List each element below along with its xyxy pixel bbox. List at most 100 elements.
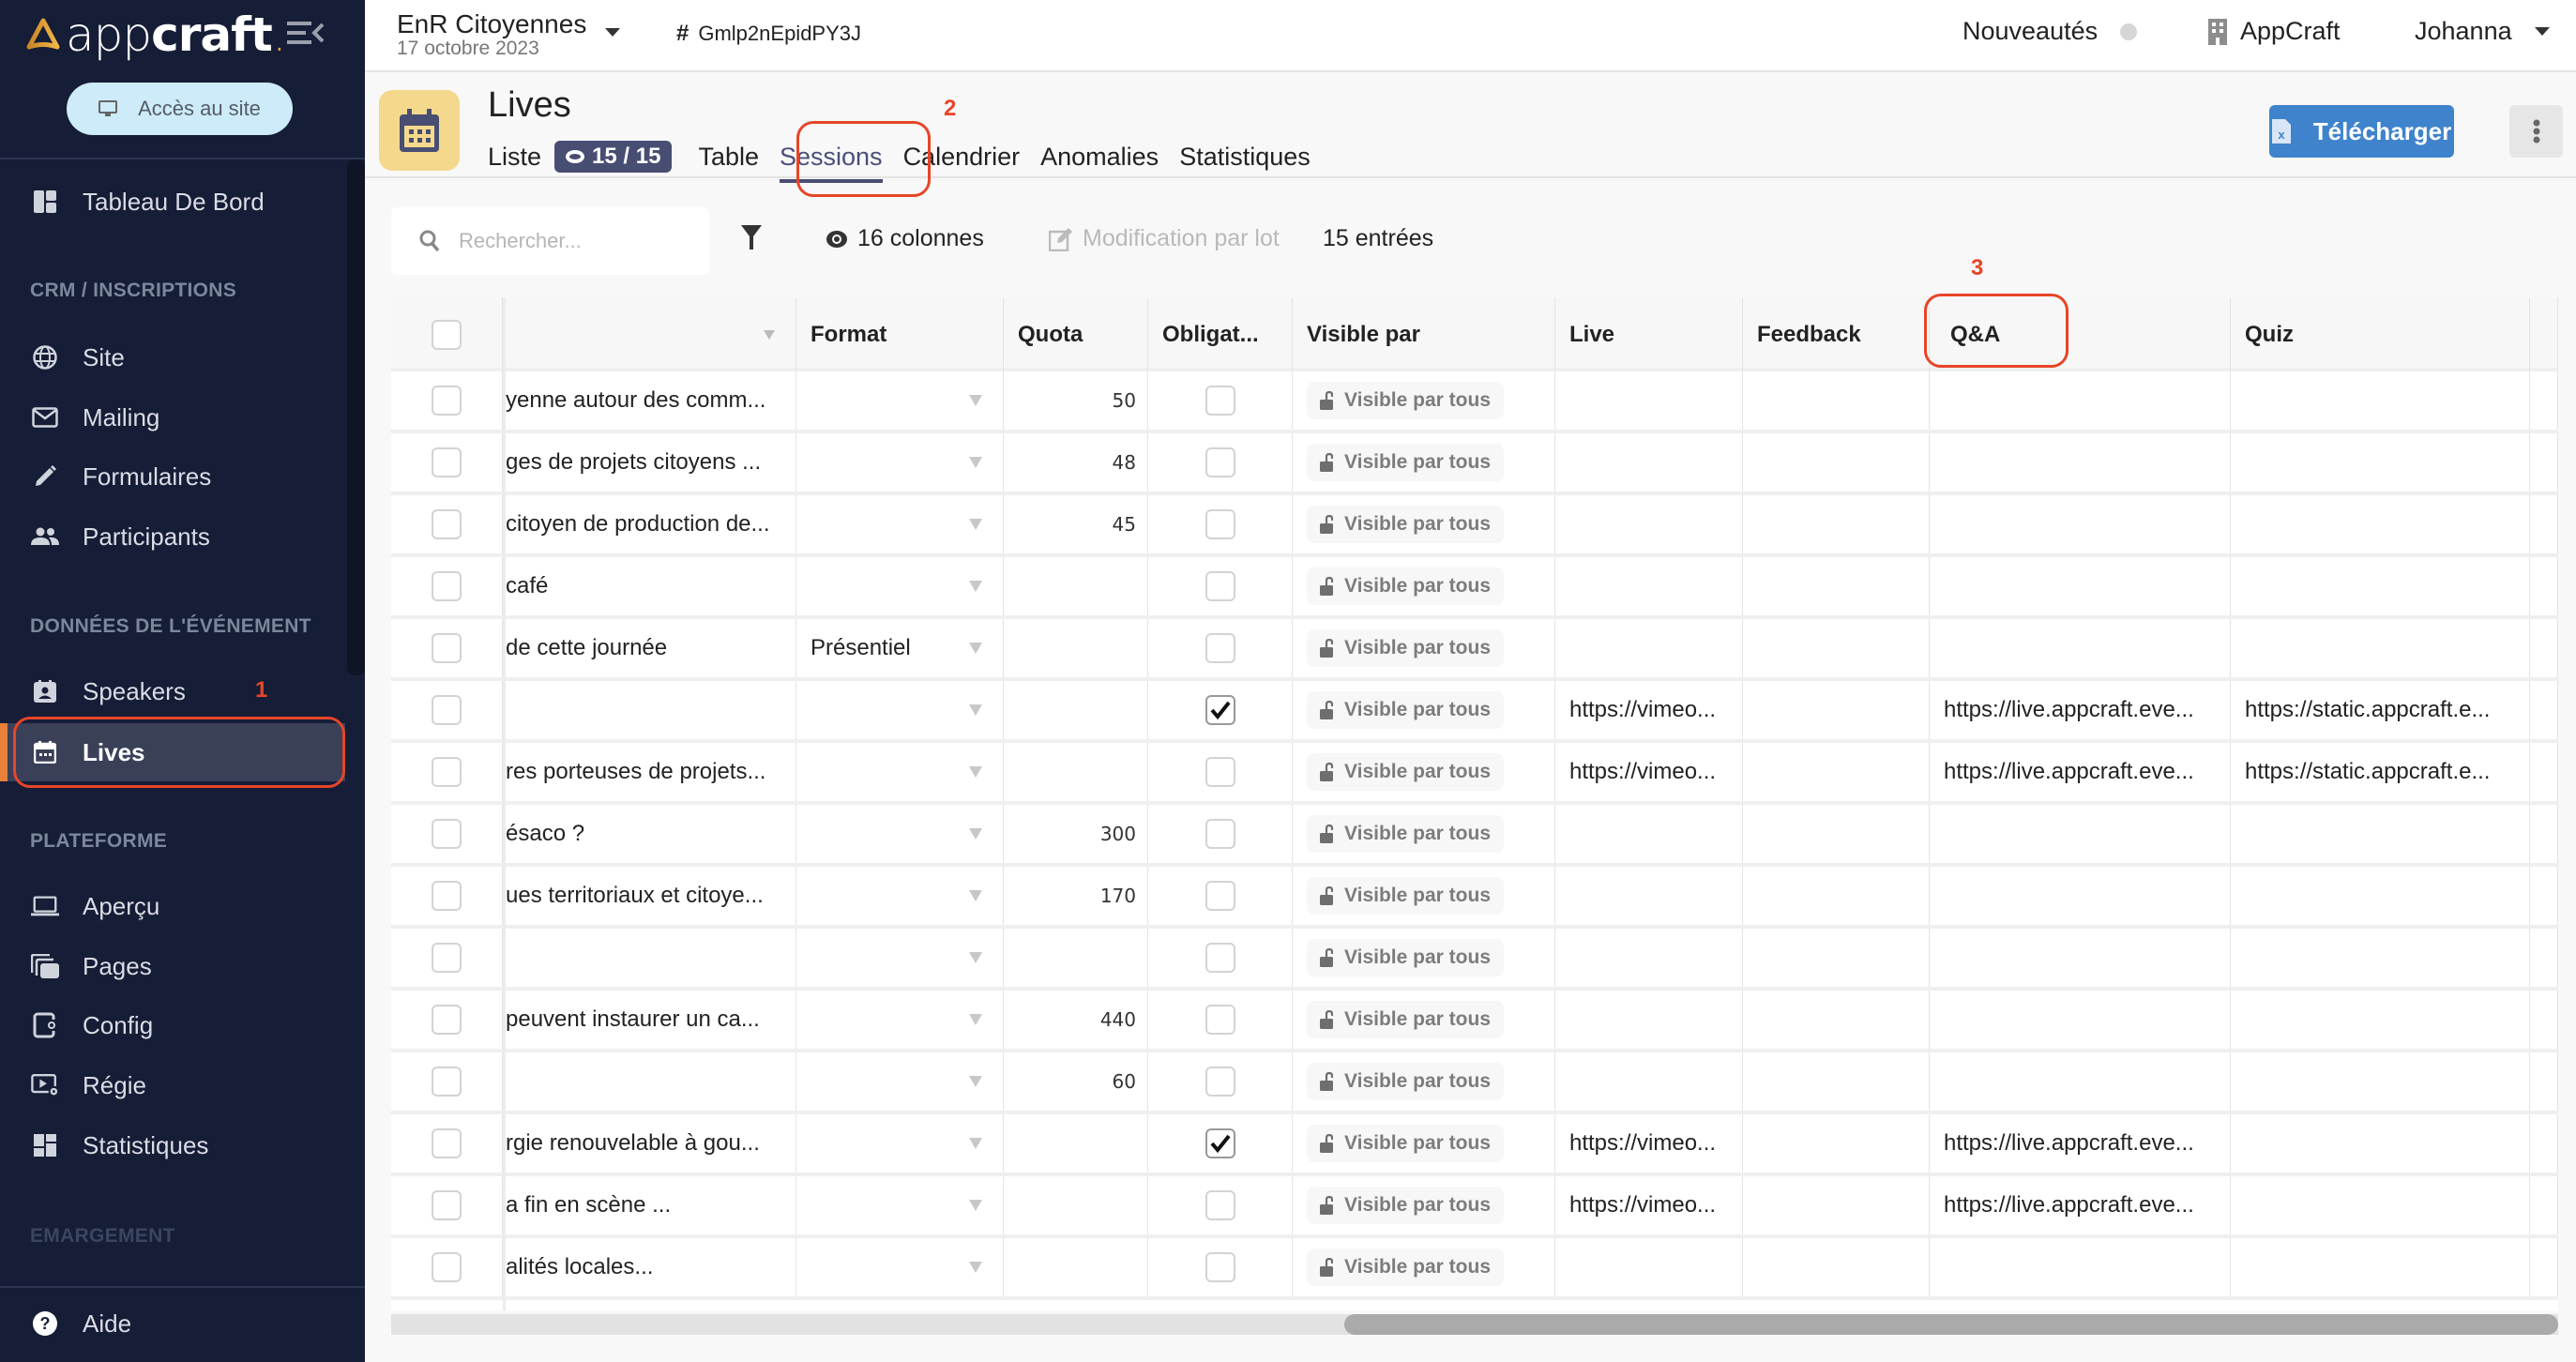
format-dropdown-icon[interactable] [969,581,982,592]
cell-title[interactable]: res porteuses de projets... [506,743,796,801]
format-dropdown-icon[interactable] [969,1200,982,1211]
row-select-checkbox[interactable] [432,695,462,725]
visible-count-badge[interactable]: 15 / 15 [554,141,673,173]
table-row[interactable]: yenne autour des comm... 50 Visible par to… [391,371,2558,433]
cell-live[interactable] [1555,1052,1743,1111]
row-select-checkbox[interactable] [432,1067,462,1097]
more-options-button[interactable] [2509,105,2563,158]
sidebar-item-formulaires[interactable]: Formulaires [0,447,345,506]
obligatory-checkbox[interactable] [1205,819,1235,849]
sidebar-item-participants[interactable]: Participants [0,507,345,566]
cell-quiz[interactable] [2231,433,2530,492]
cell-quota[interactable]: 48 [1004,433,1148,492]
table-row[interactable]: 60 Visible par tous [391,1052,2558,1114]
tab-anomalies[interactable]: Anomalies [1040,143,1159,172]
search-box[interactable] [391,207,709,275]
visibility-chip[interactable]: Visible par tous [1307,444,1504,481]
cell-live[interactable] [1555,1238,1743,1296]
table-row[interactable]: ues territoriaux et citoye... 170 Visible … [391,867,2558,929]
cell-format[interactable] [796,371,1004,430]
tab-statistiques[interactable]: Statistiques [1179,143,1311,172]
cell-qa[interactable] [1930,371,2231,430]
cell-qa[interactable]: https://live.appcraft.eve... [1930,681,2231,739]
sidebar-item-apercu[interactable]: Aperçu [0,877,345,935]
sidebar-scrollbar[interactable] [347,159,365,675]
cell-title[interactable]: a fin en scène ... [506,1176,796,1234]
cell-qa[interactable] [1930,1238,2231,1296]
cell-quota[interactable]: 45 [1004,495,1148,553]
visibility-chip[interactable]: Visible par tous [1307,568,1504,605]
cell-qa[interactable] [1930,433,2231,492]
cell-quota[interactable] [1004,557,1148,615]
format-dropdown-icon[interactable] [969,519,982,530]
cell-live[interactable] [1555,991,1743,1049]
column-header-visible-by[interactable]: Visible par [1293,297,1555,371]
row-select-checkbox[interactable] [432,943,462,973]
cell-quota[interactable] [1004,929,1148,987]
sidebar-item-tableau-de-bord[interactable]: Tableau De Bord [0,173,345,231]
cell-live[interactable] [1555,867,1743,925]
cell-live[interactable] [1555,495,1743,553]
cell-qa[interactable]: https://live.appcraft.eve... [1930,1114,2231,1173]
obligatory-checkbox[interactable] [1205,881,1235,911]
sidebar-item-site[interactable]: Site [0,328,345,386]
cell-quiz[interactable] [2231,1238,2530,1296]
cell-live[interactable]: https://vimeo... [1555,1114,1743,1173]
visibility-chip[interactable]: Visible par tous [1307,1125,1504,1162]
cell-feedback[interactable] [1743,1176,1930,1234]
cell-qa[interactable] [1930,1052,2231,1111]
site-access-button[interactable]: Accès au site [67,83,293,135]
cell-quota[interactable] [1004,619,1148,677]
obligatory-checkbox[interactable] [1205,757,1235,787]
row-select-checkbox[interactable] [432,1252,462,1282]
download-button[interactable]: x Télécharger [2269,105,2454,158]
cell-feedback[interactable] [1743,867,1930,925]
bulk-edit-button[interactable]: Modification par lot [1049,225,1280,252]
organization-button[interactable]: AppCraft [2208,17,2341,46]
cell-format[interactable]: Présentiel [796,619,1004,677]
cell-quiz[interactable] [2231,495,2530,553]
obligatory-checkbox[interactable] [1205,1067,1235,1097]
cell-quota[interactable] [1004,681,1148,739]
cell-format[interactable] [796,1238,1004,1296]
row-select-checkbox[interactable] [432,1190,462,1220]
format-dropdown-icon[interactable] [969,457,982,468]
columns-button[interactable]: 16 colonnes [826,225,984,252]
cell-format[interactable] [796,681,1004,739]
cell-title[interactable]: ges de projets citoyens ... [506,433,796,492]
obligatory-checkbox[interactable] [1205,386,1235,416]
cell-title[interactable]: rgie renouvelable à gou... [506,1114,796,1173]
row-select-checkbox[interactable] [432,447,462,477]
visibility-chip[interactable]: Visible par tous [1307,691,1504,729]
obligatory-checkbox[interactable] [1205,1005,1235,1035]
row-select-checkbox[interactable] [432,633,462,663]
cell-feedback[interactable] [1743,433,1930,492]
row-select-checkbox[interactable] [432,571,462,601]
visibility-chip[interactable]: Visible par tous [1307,939,1504,976]
collapse-sidebar-icon[interactable] [287,19,325,47]
cell-quiz[interactable] [2231,1052,2530,1111]
format-dropdown-icon[interactable] [969,890,982,901]
cell-title[interactable]: de cette journée [506,619,796,677]
visibility-chip[interactable]: Visible par tous [1307,1248,1504,1286]
cell-qa[interactable] [1930,805,2231,863]
sidebar-item-regie[interactable]: Régie [0,1056,345,1114]
cell-quota[interactable]: 170 [1004,867,1148,925]
column-header-feedback[interactable]: Feedback [1743,297,1930,371]
cell-qa[interactable] [1930,867,2231,925]
cell-live[interactable] [1555,557,1743,615]
cell-format[interactable] [796,495,1004,553]
sidebar-item-aide[interactable]: ? Aide [0,1294,345,1353]
cell-title[interactable]: café [506,557,796,615]
cell-qa[interactable] [1930,619,2231,677]
cell-live[interactable] [1555,371,1743,430]
format-dropdown-icon[interactable] [969,395,982,406]
cell-quiz[interactable] [2231,371,2530,430]
cell-feedback[interactable] [1743,371,1930,430]
sidebar-item-mailing[interactable]: Mailing [0,388,345,446]
cell-format[interactable] [796,1114,1004,1173]
format-dropdown-icon[interactable] [969,1262,982,1273]
tab-liste[interactable]: Liste [488,143,541,172]
filter-button[interactable] [741,225,771,250]
sidebar-item-pages[interactable]: Pages [0,937,345,995]
